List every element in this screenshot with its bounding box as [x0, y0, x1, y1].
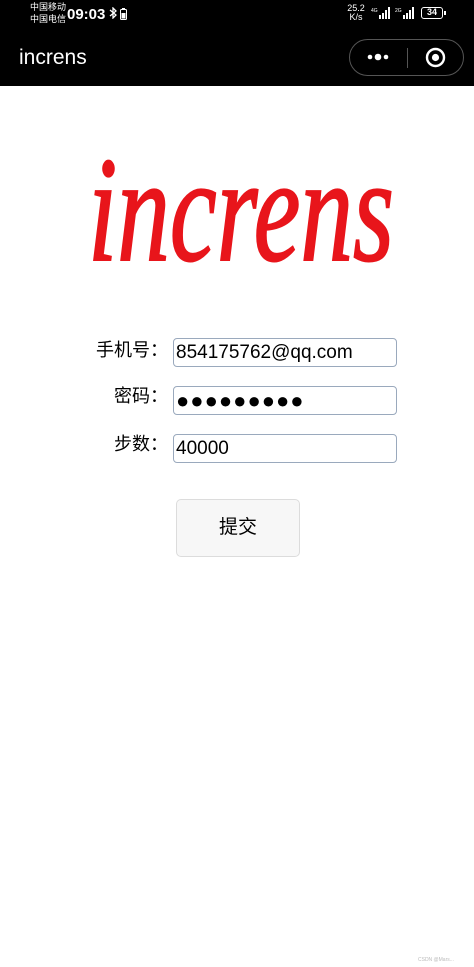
network-speed: 25.2 K/s: [345, 4, 367, 22]
carrier-2: 中国电信: [30, 15, 67, 25]
signal-strength-icon: 4G: [371, 7, 390, 19]
watermark: CSDN @Mars...: [418, 957, 454, 963]
phone-input[interactable]: [173, 338, 397, 367]
logo-text: increns: [88, 127, 394, 278]
clock: 09:03: [67, 6, 106, 23]
battery-indicator: 34: [421, 7, 446, 19]
password-input[interactable]: [173, 386, 397, 415]
submit-button[interactable]: 提交: [176, 499, 300, 557]
page-title: increns: [19, 46, 87, 69]
carrier-1: 中国移动: [30, 3, 67, 13]
phone-label: 手机号：: [96, 340, 168, 361]
password-label: 密码：: [114, 386, 168, 407]
network-speed-unit: K/s: [349, 12, 363, 22]
bluetooth-icon: [109, 7, 117, 19]
svg-text:2G: 2G: [395, 8, 402, 14]
close-target-icon: [425, 47, 446, 68]
steps-label: 步数：: [114, 434, 168, 455]
svg-text:4G: 4G: [371, 8, 378, 14]
increns-logo: increns: [87, 126, 395, 278]
nav-bar: increns: [0, 30, 474, 86]
more-button[interactable]: [350, 40, 407, 75]
steps-input[interactable]: [173, 434, 397, 463]
battery-saver-icon: [120, 8, 127, 20]
more-dots-icon: [367, 53, 389, 61]
signal-strength-2-icon: 2G: [395, 7, 414, 19]
status-bar: 中国移动 中国电信 09:03 25.2 K/s 4G 2G 34: [0, 0, 474, 30]
mini-program-capsule: [349, 39, 464, 76]
close-button[interactable]: [408, 40, 464, 75]
